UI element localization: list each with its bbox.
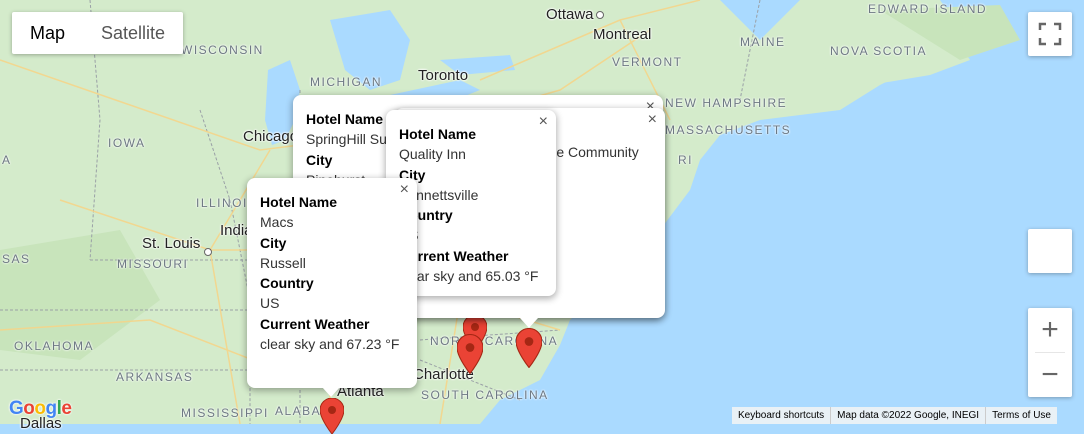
map-marker-icon[interactable] (320, 398, 344, 434)
zoom-in-button[interactable]: + (1028, 308, 1072, 352)
info-value: US (399, 225, 544, 245)
zoom-out-button[interactable]: − (1028, 353, 1072, 397)
map-marker-icon[interactable] (516, 328, 542, 368)
map-data-attribution: Map data ©2022 Google, INEGI (837, 410, 980, 421)
city-dot (204, 248, 212, 256)
info-key: City (260, 234, 287, 251)
info-key: Current Weather (399, 247, 509, 264)
close-icon[interactable]: × (648, 111, 657, 129)
map-type-satellite-button[interactable]: Satellite (83, 12, 183, 54)
terms-of-use-link[interactable]: Terms of Use (986, 407, 1057, 424)
google-logo[interactable]: Google (9, 398, 72, 420)
info-key: Country (399, 207, 453, 223)
info-window-tail (520, 318, 538, 328)
city-dot (596, 11, 604, 19)
info-value: Quality Inn (399, 146, 466, 162)
info-key: Country (260, 275, 314, 291)
info-key: Current Weather (260, 315, 370, 332)
map-type-map-button[interactable]: Map (12, 12, 83, 54)
info-value: clear sky and 65.03 °F (399, 267, 539, 284)
info-value: Russell (260, 254, 306, 271)
map-marker-icon[interactable] (457, 334, 483, 374)
map-type-control: Map Satellite (12, 12, 184, 54)
info-value: The Community (540, 144, 639, 160)
info-key: Hotel Name (399, 126, 477, 142)
close-icon[interactable]: × (400, 181, 409, 199)
info-window-macs[interactable]: × Hotel Name Macs City Russell Country U… (247, 178, 417, 388)
map-footer: Keyboard shortcuts Map data ©2022 Google… (732, 407, 1057, 424)
fullscreen-button[interactable] (1028, 12, 1072, 56)
info-value: Macs (260, 214, 294, 230)
info-key: Hotel Name (260, 194, 338, 210)
zoom-control: + − (1028, 308, 1072, 397)
fullscreen-icon (1038, 22, 1062, 46)
info-window-tail (322, 387, 340, 397)
info-value: US (260, 295, 280, 311)
info-value: Bennettsville (399, 186, 479, 203)
info-value: clear sky and 67.23 °F (260, 335, 400, 352)
street-view-button[interactable] (1028, 229, 1072, 273)
info-key: City (399, 166, 426, 183)
keyboard-shortcuts-link[interactable]: Keyboard shortcuts (732, 407, 830, 424)
close-icon[interactable]: × (539, 113, 548, 131)
